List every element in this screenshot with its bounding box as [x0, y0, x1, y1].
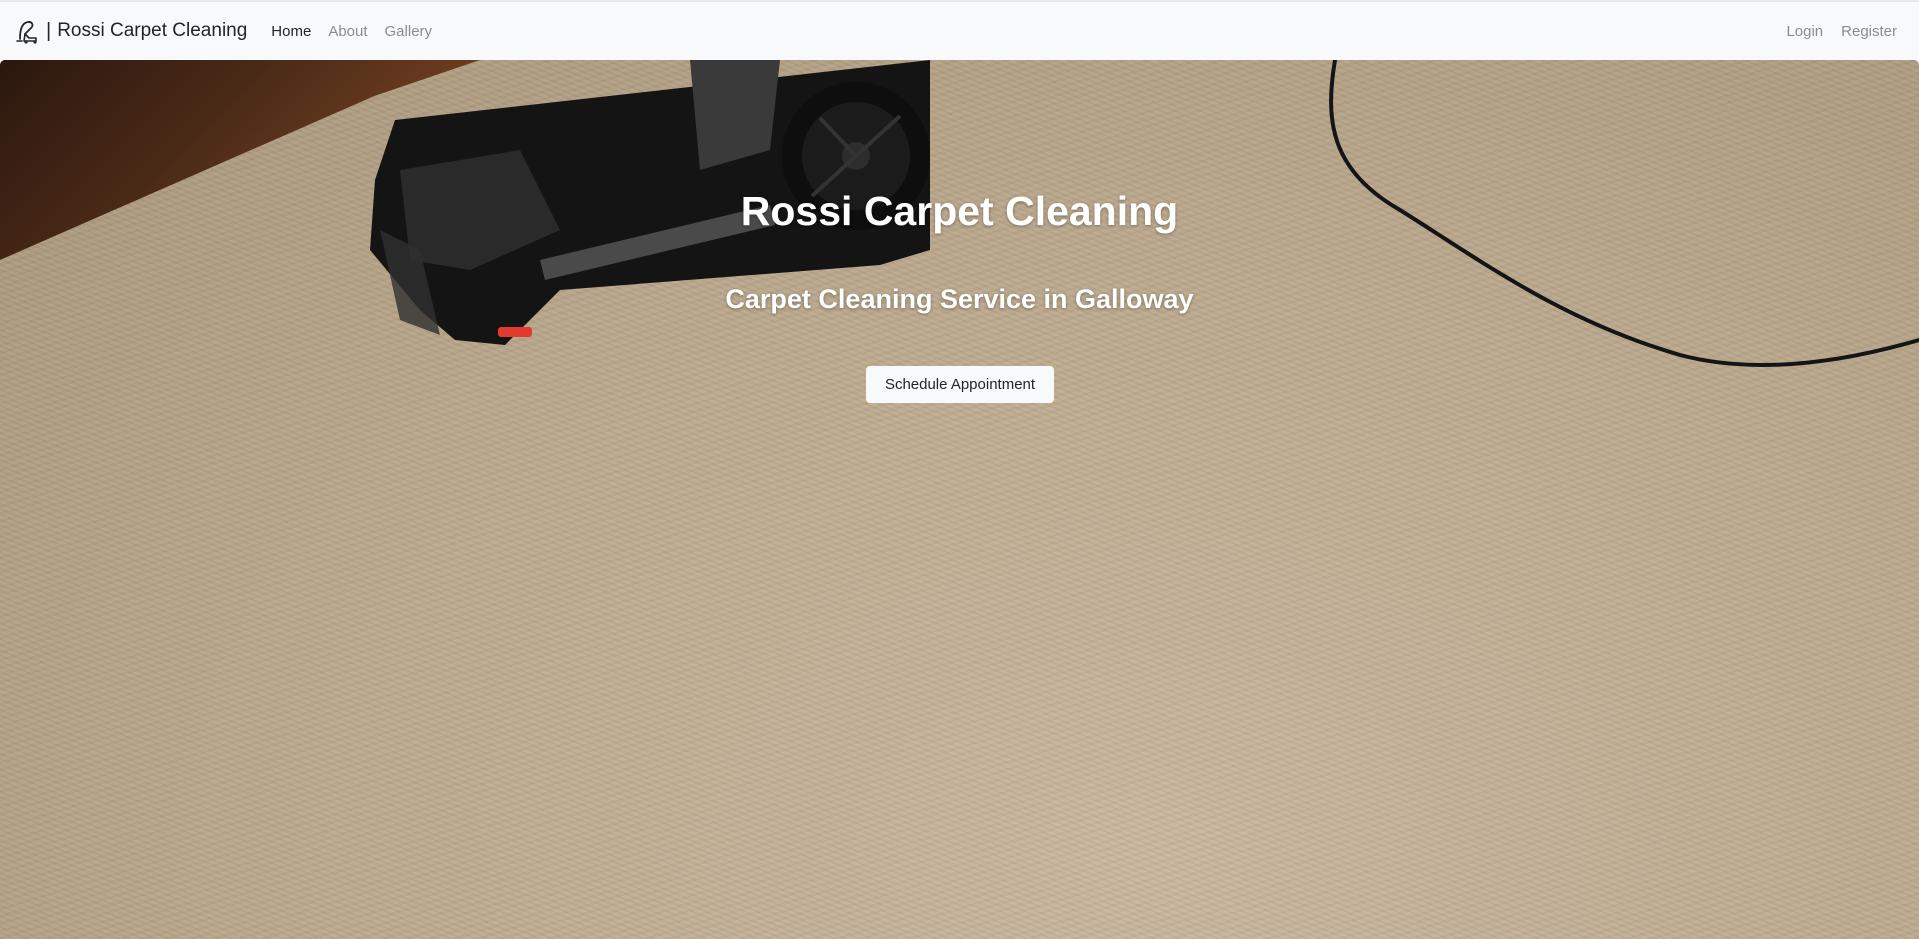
nav-link-home[interactable]: Home — [271, 23, 311, 40]
brand-link[interactable]: | Rossi Carpet Cleaning — [14, 17, 247, 45]
schedule-appointment-button[interactable]: Schedule Appointment — [866, 366, 1054, 403]
register-link[interactable]: Register — [1841, 23, 1897, 40]
auth-nav: Login Register — [1768, 23, 1897, 40]
top-navbar: | Rossi Carpet Cleaning Home About Galle… — [0, 0, 1919, 60]
brand-separator: | — [46, 19, 52, 42]
hero-title: Rossi Carpet Cleaning — [740, 188, 1179, 234]
vacuum-cleaner-icon — [14, 17, 42, 45]
login-link[interactable]: Login — [1786, 23, 1823, 40]
hero-banner: Rossi Carpet Cleaning Carpet Cleaning Se… — [0, 60, 1919, 939]
main-nav: Home About Gallery — [271, 23, 1768, 40]
brand-name: Rossi Carpet Cleaning — [57, 20, 248, 41]
hero-subtitle: Carpet Cleaning Service in Galloway — [725, 284, 1194, 314]
nav-link-gallery[interactable]: Gallery — [385, 23, 433, 40]
nav-link-about[interactable]: About — [328, 23, 367, 40]
